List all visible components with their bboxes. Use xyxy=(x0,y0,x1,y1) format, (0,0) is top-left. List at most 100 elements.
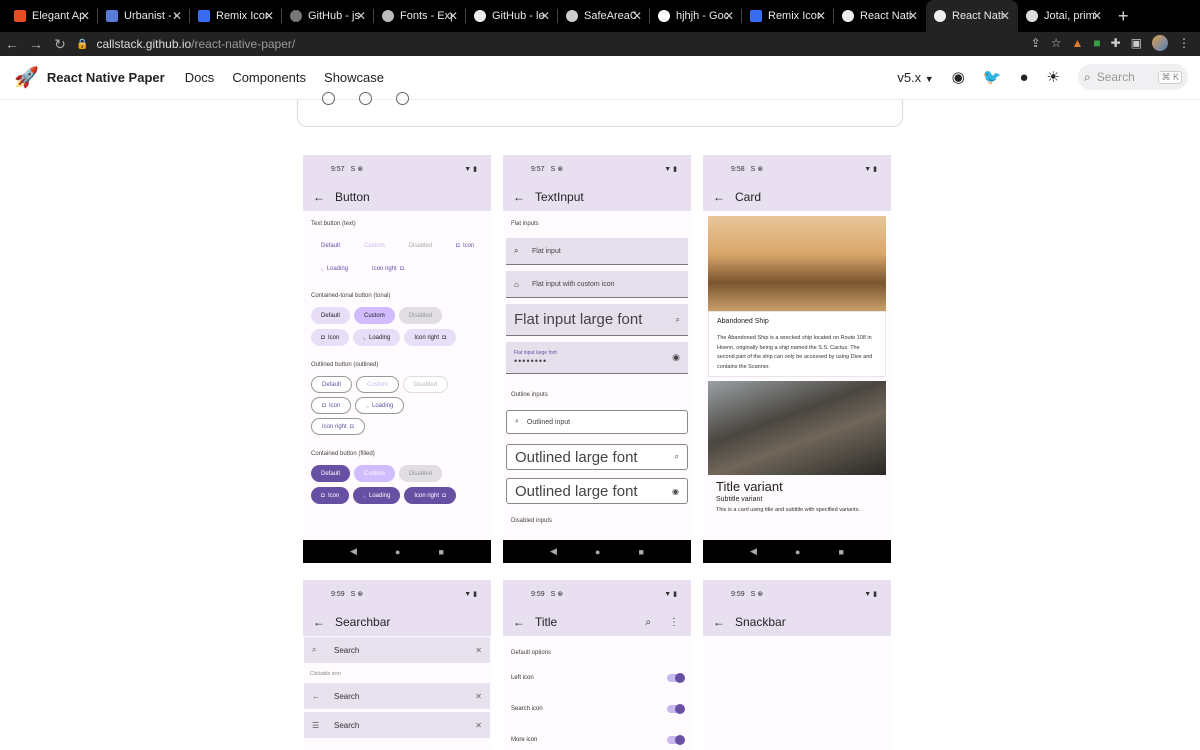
outlined-input[interactable]: ⌕ Outlined input xyxy=(506,410,688,434)
card-image-ship[interactable] xyxy=(708,216,886,311)
clear-icon[interactable]: ✕ xyxy=(475,692,482,701)
text-custom-button[interactable]: Custom xyxy=(354,237,395,254)
tonal-custom-button[interactable]: Custom xyxy=(354,307,395,324)
close-tab-icon[interactable]: ✕ xyxy=(172,9,182,23)
forward-icon[interactable]: → xyxy=(24,36,48,52)
browser-tab[interactable]: Jotai, primitive✕ xyxy=(1018,0,1110,32)
flat-input-large[interactable]: Flat input large font ⌕ xyxy=(506,304,688,336)
nav-back-icon[interactable]: ◀ xyxy=(350,546,357,557)
clear-icon[interactable]: ✕ xyxy=(475,721,482,730)
nav-home-icon[interactable]: ● xyxy=(595,547,600,557)
back-arrow-icon[interactable]: ← xyxy=(312,692,324,701)
more-vert-icon[interactable]: ⋮ xyxy=(669,617,679,628)
searchbar-clickable-back[interactable]: ← Search ✕ xyxy=(304,683,490,709)
extension-fox-icon[interactable]: ▲ xyxy=(1071,36,1083,50)
extension-green-icon[interactable]: ■ xyxy=(1093,36,1100,50)
version-dropdown[interactable]: v5.x ▼ xyxy=(897,70,933,85)
tonal-icon-button[interactable]: ◘ Icon xyxy=(311,329,350,346)
url-field[interactable]: 🔒 callstack.github.io/react-native-paper… xyxy=(76,32,1056,56)
filled-custom-button[interactable]: Custom xyxy=(354,465,395,482)
nav-components[interactable]: Components xyxy=(232,70,306,85)
eye-icon[interactable]: ◉ xyxy=(672,487,679,496)
github-icon[interactable]: ● xyxy=(1019,69,1028,86)
close-tab-icon[interactable]: ✕ xyxy=(540,9,550,23)
rocket-logo-icon[interactable]: 🚀 xyxy=(14,65,39,90)
outlined-icon-button[interactable]: ◘ Icon xyxy=(311,397,352,414)
filled-icon-right-button[interactable]: Icon right ◘ xyxy=(404,487,456,504)
card-content[interactable]: Abandoned Ship The Abandoned Ship is a w… xyxy=(708,311,886,378)
search-icon-switch[interactable] xyxy=(667,703,685,714)
left-icon-switch[interactable] xyxy=(667,672,685,683)
browser-tab-active[interactable]: React Native Paper✕ xyxy=(926,0,1018,32)
searchbar-menu[interactable]: ☰ Search ✕ xyxy=(304,712,490,738)
eye-icon[interactable]: ◉ xyxy=(672,352,680,363)
close-tab-icon[interactable]: ✕ xyxy=(1000,9,1010,23)
back-arrow-icon[interactable]: ← xyxy=(313,190,325,204)
card-image-bridge[interactable] xyxy=(708,381,886,476)
browser-tab[interactable]: React Native Paper✕ xyxy=(834,0,926,32)
browser-menu-icon[interactable]: ⋮ xyxy=(1178,36,1190,50)
twitter-icon[interactable]: 🐦 xyxy=(983,68,1002,86)
outlined-loading-button[interactable]: ◟ Loading xyxy=(355,397,405,414)
browser-tab[interactable]: Elegant App✕ xyxy=(6,0,98,32)
nav-recents-icon[interactable]: ■ xyxy=(839,547,844,557)
close-tab-icon[interactable]: ✕ xyxy=(356,9,366,23)
close-tab-icon[interactable]: ✕ xyxy=(80,9,90,23)
radio-icon[interactable] xyxy=(322,92,335,105)
site-search[interactable]: ⌕ Search ⌘ K xyxy=(1078,64,1188,90)
browser-tab[interactable]: Urbanist - Google Fonts✕ xyxy=(98,0,190,32)
browser-tab[interactable]: hjhjh - Google Search✕ xyxy=(650,0,742,32)
nav-home-icon[interactable]: ● xyxy=(795,547,800,557)
close-tab-icon[interactable]: ✕ xyxy=(724,9,734,23)
password-input[interactable]: Flat input large font •••••••• ◉ xyxy=(506,342,688,374)
discord-icon[interactable]: ◉ xyxy=(952,68,965,86)
searchbar[interactable]: ⌕ Search ✕ xyxy=(304,637,490,663)
text-default-button[interactable]: Default xyxy=(311,237,350,254)
text-icon-right-button[interactable]: Icon right ◘ xyxy=(362,260,414,277)
outlined-custom-button[interactable]: Custom xyxy=(356,376,399,393)
clear-icon[interactable]: ✕ xyxy=(475,646,482,655)
close-tab-icon[interactable]: ✕ xyxy=(816,9,826,23)
text-loading-button[interactable]: ◟ Loading xyxy=(311,260,358,277)
filled-default-button[interactable]: Default xyxy=(311,465,351,482)
browser-tab[interactable]: SafeAreaContext✕ xyxy=(558,0,650,32)
back-arrow-icon[interactable]: ← xyxy=(713,615,725,629)
nav-docs[interactable]: Docs xyxy=(185,70,215,85)
browser-tab[interactable]: Remix Icon ✕ xyxy=(742,0,834,32)
filled-loading-button[interactable]: ◟ Loading xyxy=(353,487,401,504)
tonal-default-button[interactable]: Default xyxy=(311,307,351,324)
site-brand[interactable]: React Native Paper xyxy=(47,70,165,85)
close-tab-icon[interactable]: ✕ xyxy=(448,9,458,23)
close-tab-icon[interactable]: ✕ xyxy=(1092,9,1102,23)
outlined-default-button[interactable]: Default xyxy=(311,376,353,393)
tonal-icon-right-button[interactable]: Icon right ◘ xyxy=(404,329,456,346)
side-panel-icon[interactable]: ▣ xyxy=(1131,36,1142,50)
filled-icon-button[interactable]: ◘ Icon xyxy=(311,487,350,504)
browser-tab[interactable]: Remix Icon ✕ xyxy=(190,0,282,32)
back-arrow-icon[interactable]: ← xyxy=(313,615,325,629)
back-icon[interactable]: ← xyxy=(0,36,24,52)
browser-tab[interactable]: Fonts - Expo✕ xyxy=(374,0,466,32)
back-arrow-icon[interactable]: ← xyxy=(513,190,525,204)
back-arrow-icon[interactable]: ← xyxy=(513,615,525,629)
outlined-large-password[interactable]: Outlined large font ◉ xyxy=(506,478,688,504)
reload-icon[interactable]: ↻ xyxy=(48,36,72,53)
share-icon[interactable]: ⇪ xyxy=(1031,36,1041,50)
outlined-icon-right-button[interactable]: Icon right ◘ xyxy=(311,418,365,435)
theme-toggle-icon[interactable]: ☀ xyxy=(1047,68,1060,86)
text-icon-button[interactable]: ◘ Icon xyxy=(446,237,484,254)
close-tab-icon[interactable]: ✕ xyxy=(908,9,918,23)
bookmark-star-icon[interactable]: ☆ xyxy=(1051,36,1062,50)
browser-tab[interactable]: GitHub - jsx ✕ xyxy=(282,0,374,32)
tonal-loading-button[interactable]: ◟ Loading xyxy=(353,329,401,346)
new-tab-icon[interactable]: + xyxy=(1118,6,1129,27)
more-icon-switch[interactable] xyxy=(667,734,685,745)
close-tab-icon[interactable]: ✕ xyxy=(264,9,274,23)
radio-icon[interactable] xyxy=(359,92,372,105)
menu-icon[interactable]: ☰ xyxy=(312,721,324,730)
nav-back-icon[interactable]: ◀ xyxy=(750,546,757,557)
browser-tab[interactable]: GitHub - lexical✕ xyxy=(466,0,558,32)
nav-recents-icon[interactable]: ■ xyxy=(439,547,444,557)
profile-avatar[interactable] xyxy=(1152,35,1168,51)
extensions-puzzle-icon[interactable]: ✚ xyxy=(1111,36,1121,50)
